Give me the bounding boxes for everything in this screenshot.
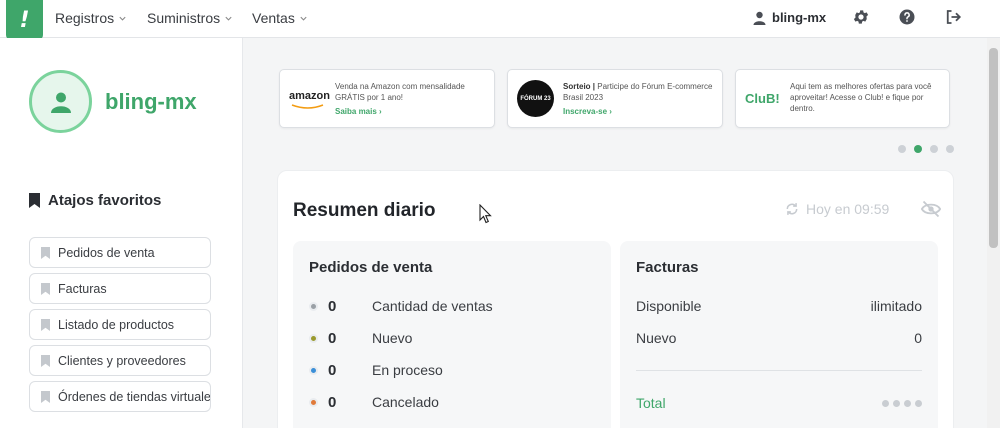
favorite-facturas[interactable]: Facturas bbox=[29, 273, 211, 304]
account-menu[interactable]: bling-mx bbox=[753, 10, 826, 25]
favorite-listado-de-productos[interactable]: Listado de productos bbox=[29, 309, 211, 340]
stat-value: 0 bbox=[328, 329, 337, 347]
stat-label: Cantidad de ventas bbox=[372, 298, 493, 314]
banner-link-label: Saiba mais bbox=[335, 107, 377, 116]
card-title: Resumen diario bbox=[293, 200, 436, 221]
gear-icon[interactable] bbox=[852, 8, 870, 26]
stat-label: Cancelado bbox=[372, 394, 439, 410]
banner-amazon[interactable]: amazon Venda na Amazon com mensalidade G… bbox=[279, 69, 495, 128]
factura-label: Nuevo bbox=[636, 330, 677, 346]
forum-logo: FÓRUM 23 bbox=[517, 80, 554, 117]
divider bbox=[636, 370, 922, 371]
status-dot bbox=[309, 365, 318, 375]
avatar[interactable] bbox=[29, 70, 92, 133]
facturas-panel: Facturas Disponible ilimitado Nuevo 0 To… bbox=[620, 241, 938, 428]
factura-value: 0 bbox=[914, 330, 922, 346]
bookmark-icon bbox=[41, 390, 50, 403]
scrollbar[interactable] bbox=[987, 38, 1000, 428]
favorite-ordenes-tiendas-virtuales[interactable]: Órdenes de tiendas virtuales bbox=[29, 381, 211, 412]
resumen-card: Resumen diario Hoy en 09:59 Pedidos de v… bbox=[277, 170, 954, 428]
bookmark-icon bbox=[41, 282, 50, 295]
user-icon bbox=[50, 92, 71, 113]
favorites-title: Atajos favoritos bbox=[29, 192, 161, 209]
nav-ventas-label: Ventas bbox=[252, 10, 295, 26]
factura-label: Disponible bbox=[636, 298, 702, 314]
banner-link[interactable]: Saiba mais › bbox=[335, 107, 382, 116]
carousel-dot[interactable] bbox=[898, 145, 906, 153]
factura-row: Nuevo 0 bbox=[636, 328, 922, 348]
logout-icon[interactable] bbox=[944, 8, 962, 26]
stat-label: En proceso bbox=[372, 362, 443, 378]
banner-link-label: Inscreva-se bbox=[563, 107, 608, 116]
chevron-down-icon bbox=[119, 16, 126, 21]
scroll-thumb[interactable] bbox=[989, 48, 998, 248]
stat-row[interactable]: 0 En proceso bbox=[309, 360, 589, 380]
carousel-dot-active[interactable] bbox=[914, 145, 922, 153]
favorites-title-label: Atajos favoritos bbox=[48, 192, 162, 209]
mouse-cursor-icon bbox=[479, 204, 492, 224]
carousel-dots bbox=[898, 145, 954, 153]
favorite-label: Clientes y proveedores bbox=[58, 353, 186, 368]
user-icon bbox=[753, 11, 766, 25]
total-label: Total bbox=[636, 395, 666, 411]
favorite-label: Listado de productos bbox=[58, 317, 175, 332]
stat-row[interactable]: 0 Nuevo bbox=[309, 328, 589, 348]
chevron-right-icon: › bbox=[379, 107, 382, 116]
account-name: bling-mx bbox=[772, 10, 827, 25]
favorite-clientes-y-proveedores[interactable]: Clientes y proveedores bbox=[29, 345, 211, 376]
sidebar: bling-mx Atajos favoritos Pedidos de ven… bbox=[0, 38, 243, 428]
banner-forum[interactable]: FÓRUM 23 Sorteio | Participe do Fórum E-… bbox=[507, 69, 723, 128]
nav-suministros[interactable]: Suministros bbox=[147, 10, 233, 26]
panel-title: Pedidos de venta bbox=[309, 259, 433, 276]
banner-text: Venda na Amazon com mensalidade GRÁTIS p… bbox=[335, 82, 465, 102]
factura-total-row: Total bbox=[636, 393, 922, 413]
pedidos-panel: Pedidos de venta 0 Cantidad de ventas 0 … bbox=[293, 241, 611, 428]
status-dot bbox=[309, 397, 318, 407]
eye-off-icon[interactable] bbox=[921, 200, 941, 218]
updated-label: Hoy en 09:59 bbox=[806, 201, 890, 217]
status-dot bbox=[309, 301, 318, 311]
help-icon[interactable] bbox=[898, 8, 916, 26]
bookmark-icon bbox=[41, 318, 50, 331]
bookmark-icon bbox=[41, 246, 50, 259]
banner-text: Sorteio | Participe do Fórum E-commerce … bbox=[563, 82, 713, 102]
chevron-right-icon: › bbox=[609, 107, 612, 116]
favorite-label: Órdenes de tiendas virtuales bbox=[58, 389, 211, 404]
amazon-logo: amazon bbox=[289, 90, 330, 102]
nav-registros-label: Registros bbox=[55, 10, 115, 26]
panel-title: Facturas bbox=[636, 259, 699, 276]
bling-logo[interactable]: ! bbox=[6, 0, 43, 40]
bookmark-icon bbox=[29, 193, 40, 208]
bookmark-icon bbox=[41, 354, 50, 367]
banner-link[interactable]: Inscreva-se › bbox=[563, 107, 612, 116]
stat-row[interactable]: 0 Cancelado bbox=[309, 392, 589, 412]
top-navbar: ! Registros Suministros Ventas bling-mx bbox=[0, 0, 1000, 40]
refresh-icon bbox=[786, 203, 798, 215]
status-dot bbox=[309, 333, 318, 343]
stat-label: Nuevo bbox=[372, 330, 413, 346]
factura-value: ilimitado bbox=[870, 298, 922, 314]
banner-club[interactable]: CluB! Aqui tem as melhores ofertas para … bbox=[735, 69, 950, 128]
chevron-down-icon bbox=[300, 16, 307, 21]
carousel-dot[interactable] bbox=[946, 145, 954, 153]
favorite-label: Facturas bbox=[58, 281, 107, 296]
stat-value: 0 bbox=[328, 393, 337, 411]
club-logo: CluB! bbox=[745, 91, 780, 106]
chevron-down-icon bbox=[225, 16, 232, 21]
username: bling-mx bbox=[105, 89, 197, 114]
favorite-label: Pedidos de venta bbox=[58, 245, 155, 260]
stat-value: 0 bbox=[328, 297, 337, 315]
refresh-button[interactable]: Hoy en 09:59 bbox=[785, 201, 889, 217]
stat-row[interactable]: 0 Cantidad de ventas bbox=[309, 296, 589, 316]
favorite-pedidos-de-venta[interactable]: Pedidos de venta bbox=[29, 237, 211, 268]
factura-row: Disponible ilimitado bbox=[636, 296, 922, 316]
banner-text: Aqui tem as melhores ofertas para você a… bbox=[790, 82, 932, 113]
amazon-smile-icon bbox=[291, 104, 324, 109]
carousel-dot[interactable] bbox=[930, 145, 938, 153]
nav-suministros-label: Suministros bbox=[147, 10, 221, 26]
hidden-value-dots bbox=[882, 399, 922, 407]
stat-value: 0 bbox=[328, 361, 337, 379]
nav-registros[interactable]: Registros bbox=[55, 10, 127, 26]
nav-ventas[interactable]: Ventas bbox=[252, 10, 308, 26]
